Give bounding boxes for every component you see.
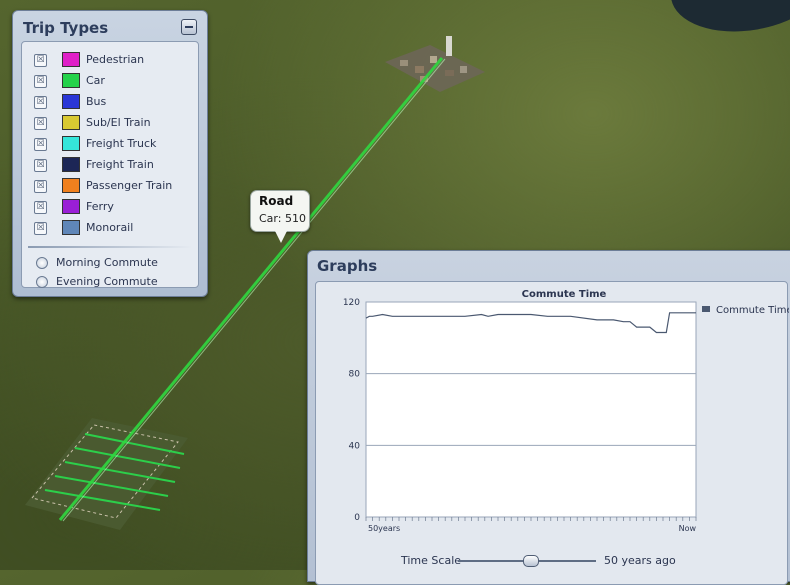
legend-label: Commute Time — [716, 305, 789, 316]
color-swatch — [62, 52, 80, 67]
checkbox-icon[interactable]: ☒ — [34, 159, 47, 172]
y-tick-label: 40 — [349, 441, 361, 451]
trip-type-sub-el-train[interactable]: ☒ Sub/El Train — [22, 113, 198, 134]
x-tick-label: 50years — [368, 524, 400, 533]
commute-time-chart: Commute Time 0 40 80 120 50years Now Commute… — [343, 289, 789, 533]
y-axis-ticks: 0 40 80 120 — [343, 298, 360, 523]
color-swatch — [62, 136, 80, 151]
tooltip-title: Road — [259, 194, 294, 208]
color-swatch — [62, 115, 80, 130]
graphs-title: Graphs — [317, 257, 378, 275]
road-tooltip: Road Car: 510 — [250, 190, 310, 243]
trip-type-label: Passenger Train — [86, 179, 173, 192]
trip-type-car[interactable]: ☒ Car — [22, 71, 198, 92]
minimize-button[interactable] — [181, 19, 197, 35]
color-swatch — [62, 178, 80, 193]
chart-legend[interactable]: Commute Time — [702, 305, 789, 316]
radio-label: Morning Commute — [56, 256, 158, 269]
color-swatch — [62, 220, 80, 235]
plot-area — [365, 301, 697, 518]
trip-type-bus[interactable]: ☒ Bus — [22, 92, 198, 113]
time-scale-label: Time Scale — [401, 554, 462, 567]
time-scale-slider-thumb[interactable] — [522, 555, 539, 567]
trip-types-panel: Trip Types ☒ Pedestrian ☒ Car ☒ Bus ☒ Su… — [12, 10, 208, 297]
town-lot-north[interactable] — [385, 36, 485, 92]
tooltip-pointer — [275, 231, 287, 243]
checkbox-icon[interactable]: ☒ — [34, 96, 47, 109]
trip-types-list: ☒ Pedestrian ☒ Car ☒ Bus ☒ Sub/El Train … — [21, 41, 199, 288]
color-swatch — [62, 199, 80, 214]
trip-type-label: Car — [86, 74, 105, 87]
trip-type-label: Bus — [86, 95, 107, 108]
checkbox-icon[interactable]: ☒ — [34, 180, 47, 193]
trip-type-freight-truck[interactable]: ☒ Freight Truck — [22, 134, 198, 155]
evening-commute-option[interactable]: Evening Commute — [22, 273, 198, 293]
legend-flag-icon — [702, 306, 710, 312]
trip-type-passenger-train[interactable]: ☒ Passenger Train — [22, 176, 198, 197]
trip-type-monorail[interactable]: ☒ Monorail — [22, 218, 198, 239]
color-swatch — [62, 94, 80, 109]
y-tick-label: 0 — [354, 513, 360, 523]
checkbox-icon[interactable]: ☒ — [34, 201, 47, 214]
trip-type-pedestrian[interactable]: ☒ Pedestrian — [22, 50, 198, 71]
trip-type-label: Freight Truck — [86, 137, 157, 150]
radio-icon[interactable] — [36, 276, 48, 288]
trip-type-ferry[interactable]: ☒ Ferry — [22, 197, 198, 218]
trip-type-label: Monorail — [86, 221, 134, 234]
radio-icon[interactable] — [36, 257, 48, 269]
y-tick-label: 80 — [349, 370, 361, 380]
tooltip-text: Car: 510 — [259, 212, 306, 225]
trip-type-freight-train[interactable]: ☒ Freight Train — [22, 155, 198, 176]
x-tick-label: Now — [679, 524, 697, 533]
checkbox-icon[interactable]: ☒ — [34, 54, 47, 67]
town-lot-south[interactable] — [25, 418, 188, 530]
graphs-content: Commute Time 0 40 80 120 50years Now Commute… — [315, 281, 789, 585]
chart-title: Commute Time — [522, 289, 607, 300]
trip-type-label: Sub/El Train — [86, 116, 151, 129]
time-scale-value: 50 years ago — [604, 554, 676, 567]
graphs-panel: Graphs Commute Time 0 40 80 120 50years Now … — [307, 250, 790, 585]
panel-divider — [28, 246, 192, 248]
checkbox-icon[interactable]: ☒ — [34, 117, 47, 130]
color-swatch — [62, 73, 80, 88]
checkbox-icon[interactable]: ☒ — [34, 75, 47, 88]
morning-commute-option[interactable]: Morning Commute — [22, 254, 198, 274]
trip-types-title: Trip Types — [23, 19, 109, 37]
trip-type-label: Pedestrian — [86, 53, 145, 66]
trip-type-label: Ferry — [86, 200, 114, 213]
y-tick-label: 120 — [343, 298, 360, 308]
checkbox-icon[interactable]: ☒ — [34, 138, 47, 151]
radio-label: Evening Commute — [56, 275, 158, 288]
x-axis-ticks: 50years Now — [365, 517, 697, 533]
color-swatch — [62, 157, 80, 172]
checkbox-icon[interactable]: ☒ — [34, 222, 47, 235]
trip-type-label: Freight Train — [86, 158, 154, 171]
